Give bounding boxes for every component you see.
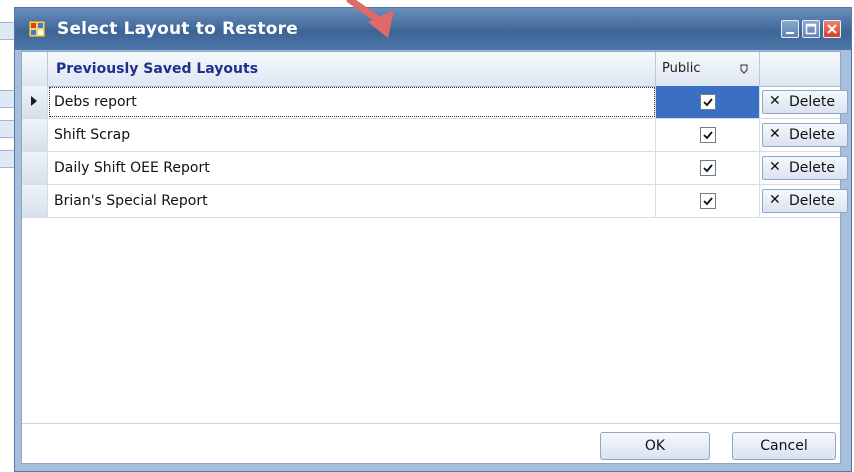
layout-name-cell[interactable]: Debs report bbox=[48, 86, 656, 118]
column-header-layouts-label: Previously Saved Layouts bbox=[56, 61, 259, 77]
background-app-strip bbox=[0, 150, 14, 168]
delete-label: Delete bbox=[789, 94, 835, 110]
layout-name: Debs report bbox=[54, 94, 137, 110]
current-row-indicator-icon bbox=[31, 96, 37, 106]
title-bar[interactable]: Select Layout to Restore bbox=[15, 8, 851, 50]
dialog-title: Select Layout to Restore bbox=[57, 19, 298, 39]
row-selector[interactable] bbox=[22, 86, 48, 118]
row-selector[interactable] bbox=[22, 152, 48, 184]
delete-button[interactable]: ✕ Delete bbox=[762, 156, 848, 180]
delete-cell: ✕ Delete bbox=[760, 152, 848, 184]
background-app-strip bbox=[0, 90, 14, 108]
public-checkbox[interactable] bbox=[700, 127, 716, 143]
filter-icon[interactable] bbox=[740, 64, 748, 74]
delete-label: Delete bbox=[789, 193, 835, 209]
delete-x-icon: ✕ bbox=[769, 159, 781, 175]
footer-divider bbox=[22, 423, 840, 424]
public-cell[interactable] bbox=[656, 152, 760, 184]
cancel-button[interactable]: Cancel bbox=[732, 432, 836, 460]
layout-name-cell[interactable]: Brian's Special Report bbox=[48, 185, 656, 217]
maximize-icon bbox=[805, 23, 817, 35]
column-header-public-label: Public bbox=[662, 61, 701, 76]
dialog-content: Previously Saved Layouts Public Debs rep… bbox=[21, 51, 848, 464]
delete-cell: ✕ Delete bbox=[760, 119, 848, 151]
delete-label: Delete bbox=[789, 160, 835, 176]
row-selector[interactable] bbox=[22, 185, 48, 217]
layout-name: Brian's Special Report bbox=[54, 193, 208, 209]
delete-x-icon: ✕ bbox=[769, 126, 781, 142]
public-cell[interactable] bbox=[656, 119, 760, 151]
public-cell[interactable] bbox=[656, 185, 760, 217]
background-app-left bbox=[0, 0, 14, 472]
window-app-icon bbox=[29, 21, 45, 37]
checkmark-icon bbox=[703, 164, 713, 173]
row-selector[interactable] bbox=[22, 119, 48, 151]
checkmark-icon bbox=[703, 197, 713, 206]
background-app-strip bbox=[0, 22, 14, 40]
delete-cell: ✕ Delete bbox=[760, 185, 848, 217]
checkmark-icon bbox=[703, 131, 713, 140]
layout-name-cell[interactable]: Daily Shift OEE Report bbox=[48, 152, 656, 184]
select-layout-dialog: Select Layout to Restore Previously Save… bbox=[14, 7, 852, 472]
background-app-strip bbox=[0, 120, 14, 138]
ok-button[interactable]: OK bbox=[600, 432, 710, 460]
delete-x-icon: ✕ bbox=[769, 93, 781, 109]
minimize-button[interactable] bbox=[781, 20, 799, 38]
column-header-public[interactable]: Public bbox=[656, 52, 760, 86]
checkmark-icon bbox=[703, 98, 713, 107]
header-row-selector bbox=[22, 52, 48, 86]
grid-header: Previously Saved Layouts Public bbox=[22, 52, 840, 87]
minimize-icon bbox=[786, 32, 794, 34]
layout-name-cell[interactable]: Shift Scrap bbox=[48, 119, 656, 151]
close-button[interactable] bbox=[823, 20, 841, 38]
close-icon bbox=[827, 24, 837, 34]
public-checkbox[interactable] bbox=[700, 94, 716, 110]
delete-cell: ✕ Delete bbox=[760, 86, 848, 118]
delete-label: Delete bbox=[789, 127, 835, 143]
table-row[interactable]: Shift Scrap ✕ Delete bbox=[22, 119, 848, 152]
column-header-actions bbox=[760, 52, 840, 86]
maximize-button[interactable] bbox=[802, 20, 820, 38]
public-checkbox[interactable] bbox=[700, 160, 716, 176]
delete-button[interactable]: ✕ Delete bbox=[762, 90, 848, 114]
public-cell[interactable] bbox=[656, 86, 760, 118]
annotation-arrow-icon bbox=[346, 0, 394, 38]
delete-button[interactable]: ✕ Delete bbox=[762, 123, 848, 147]
table-row[interactable]: Debs report ✕ Delete bbox=[22, 86, 848, 119]
delete-button[interactable]: ✕ Delete bbox=[762, 189, 848, 213]
layout-name: Shift Scrap bbox=[54, 127, 131, 143]
table-row[interactable]: Brian's Special Report ✕ Delete bbox=[22, 185, 848, 218]
layout-name: Daily Shift OEE Report bbox=[54, 160, 210, 176]
column-header-layouts[interactable]: Previously Saved Layouts bbox=[48, 52, 656, 86]
public-checkbox[interactable] bbox=[700, 193, 716, 209]
delete-x-icon: ✕ bbox=[769, 192, 781, 208]
table-row[interactable]: Daily Shift OEE Report ✕ Delete bbox=[22, 152, 848, 185]
